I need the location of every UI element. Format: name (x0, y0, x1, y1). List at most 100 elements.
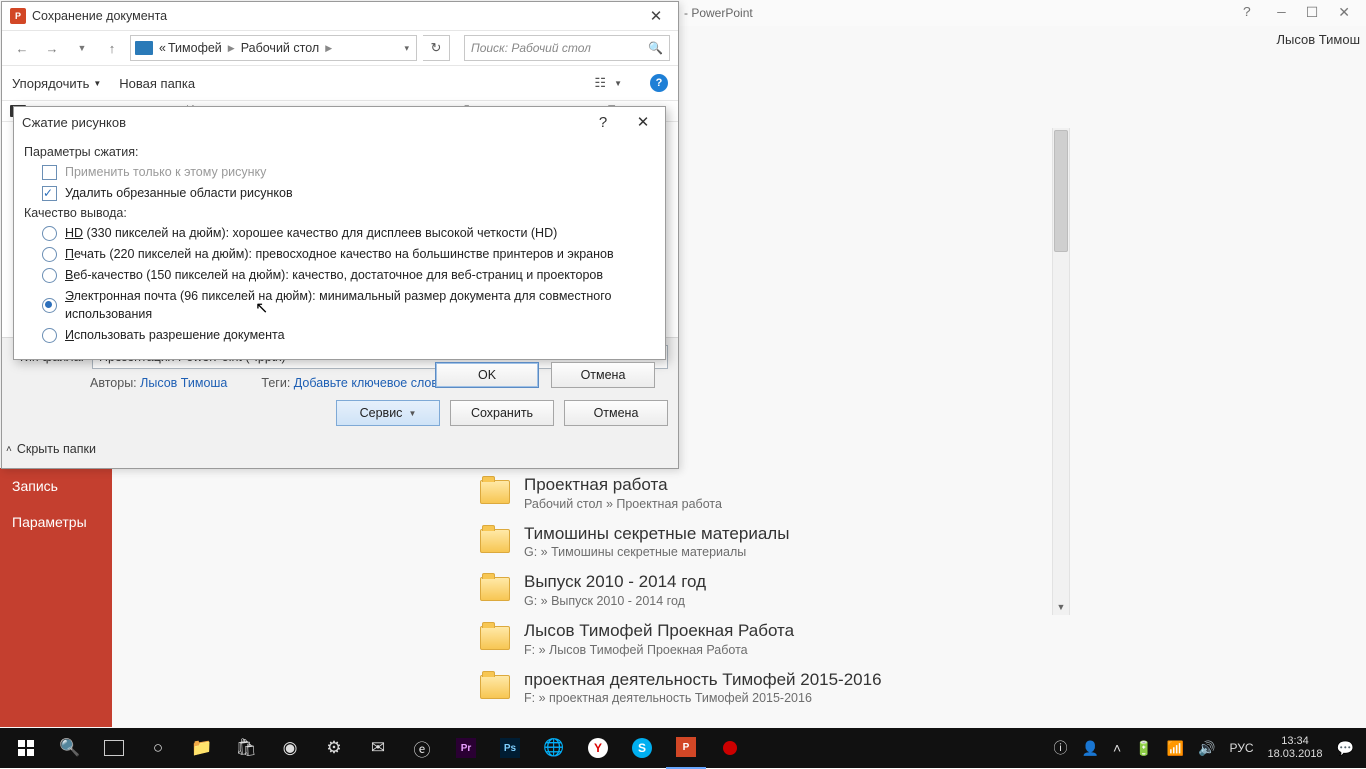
save-button[interactable]: Сохранить (450, 400, 554, 426)
cortana-icon[interactable]: ○ (138, 728, 178, 768)
search-icon[interactable]: 🔍 (50, 728, 90, 768)
nav-forward-button[interactable]: → (40, 36, 64, 60)
backstage-sidebar: Запись Параметры (0, 468, 112, 727)
close-icon[interactable]: ✕ (1338, 5, 1350, 22)
chevron-right-icon: ▶ (228, 43, 235, 54)
nav-up-button[interactable]: ↑ (100, 36, 124, 60)
compression-options-header: Параметры сжатия: (24, 145, 655, 159)
delete-cropped-areas-checkbox[interactable]: Удалить обрезанные области рисунков (42, 184, 655, 202)
close-icon[interactable]: ✕ (634, 2, 678, 30)
store-icon[interactable]: 🛍 (226, 728, 266, 768)
quality-email-radio[interactable]: Электронная почта (96 пикселей на дюйм):… (42, 287, 655, 323)
cancel-button[interactable]: Отмена (551, 362, 655, 388)
compress-dialog-titlebar[interactable]: Сжатие рисунков ? ✕ (14, 107, 665, 137)
quality-web-radio[interactable]: Веб-качество (150 пикселей на дюйм): кач… (42, 266, 655, 284)
tray-people-icon[interactable]: 👤 (1082, 740, 1099, 757)
folder-icon (480, 626, 510, 650)
hide-folders-toggle[interactable]: ˄ Скрыть папки (6, 442, 96, 456)
sidebar-item-options[interactable]: Параметры (0, 504, 112, 540)
file-explorer-icon[interactable]: 📁 (182, 728, 222, 768)
apply-only-this-picture-checkbox: Применить только к этому рисунку (42, 163, 655, 181)
computer-icon (135, 41, 153, 55)
scroll-thumb[interactable] (1054, 130, 1068, 252)
output-quality-header: Качество вывода: (24, 206, 655, 220)
radio-icon[interactable] (42, 268, 57, 283)
close-icon[interactable]: ✕ (629, 108, 657, 136)
list-item[interactable]: Выпуск 2010 - 2014 годG: » Выпуск 2010 -… (480, 573, 1050, 608)
checkbox-icon (42, 165, 57, 180)
save-dialog-title: Сохранение документа (32, 9, 167, 23)
view-icon: ☷ (594, 75, 606, 91)
folder-icon (480, 577, 510, 601)
ok-button[interactable]: OK (435, 362, 539, 388)
checkbox-icon[interactable] (42, 186, 57, 201)
new-folder-button[interactable]: Новая папка (119, 76, 195, 91)
powerpoint-icon: P (10, 8, 26, 24)
tray-help-icon[interactable]: ⓘ (1054, 738, 1068, 758)
organize-menu[interactable]: Упорядочить▼ (12, 76, 101, 91)
compress-dialog-body: Параметры сжатия: Применить только к это… (14, 137, 665, 356)
view-options[interactable]: ☷▼ (594, 75, 622, 91)
yandex-icon[interactable]: Y (578, 728, 618, 768)
breadcrumb-folder[interactable]: Рабочий стол (241, 41, 319, 55)
sidebar-item-record[interactable]: Запись (0, 468, 112, 504)
premiere-icon[interactable]: Pr (446, 728, 486, 768)
minimize-icon[interactable]: — (1277, 5, 1285, 21)
compress-dialog-title: Сжатие рисунков (22, 115, 126, 130)
chevron-up-icon: ˄ (6, 444, 12, 455)
cancel-button[interactable]: Отмена (564, 400, 668, 426)
chevron-right-icon: ▶ (325, 43, 332, 54)
folder-icon (480, 480, 510, 504)
tray-volume-icon[interactable]: 🔊 (1198, 740, 1215, 757)
help-icon[interactable]: ? (589, 108, 617, 136)
list-item[interactable]: проектная деятельность Тимофей 2015-2016… (480, 671, 1050, 706)
list-item[interactable]: Тимошины секретные материалыG: » Тимошин… (480, 525, 1050, 560)
search-input[interactable]: Поиск: Рабочий стол 🔍 (464, 35, 670, 61)
tray-battery-icon[interactable]: 🔋 (1135, 740, 1152, 757)
powerpoint-user-name[interactable]: Лысов Тимош (1270, 32, 1366, 54)
tray-language[interactable]: РУС (1229, 741, 1253, 755)
folder-icon (480, 529, 510, 553)
mail-icon[interactable]: ✉ (358, 728, 398, 768)
system-tray: ⓘ 👤 ˄ 🔋 📶 🔊 РУС 13:34 18.03.2018 💬 (1054, 735, 1360, 760)
quality-print-radio[interactable]: Печать (220 пикселей на дюйм): превосход… (42, 245, 655, 263)
edge-icon[interactable]: ⓔ (402, 728, 442, 768)
list-item[interactable]: Лысов Тимофей Проекная РаботаF: » Лысов … (480, 622, 1050, 657)
help-icon[interactable]: ? (1243, 5, 1251, 21)
quality-document-radio[interactable]: Использовать разрешение документа (42, 326, 655, 344)
nav-back-button[interactable]: ← (10, 36, 34, 60)
photoshop-icon[interactable]: Ps (490, 728, 530, 768)
refresh-button[interactable]: ↻ (423, 35, 450, 61)
path-dropdown-icon[interactable]: ▾ (401, 43, 412, 54)
maximize-icon[interactable]: ☐ (1306, 5, 1319, 22)
chrome-icon[interactable]: 🌐 (534, 728, 574, 768)
radio-icon[interactable] (42, 226, 57, 241)
hp-icon[interactable]: ◉ (270, 728, 310, 768)
list-item[interactable]: Проектная работаРабочий стол » Проектная… (480, 476, 1050, 511)
breadcrumb-user[interactable]: Тимофей (168, 41, 222, 55)
task-view-icon[interactable] (94, 728, 134, 768)
record-icon[interactable] (710, 728, 750, 768)
breadcrumb-path[interactable]: « Тимофей ▶ Рабочий стол ▶ ▾ (130, 35, 417, 61)
scroll-down-icon[interactable]: ▼ (1053, 599, 1069, 615)
recent-scrollbar[interactable]: ▲ ▼ (1052, 128, 1070, 615)
powerpoint-window-buttons: ? — ☐ ✕ (1227, 0, 1366, 26)
save-dialog-titlebar[interactable]: P Сохранение документа ✕ (2, 2, 678, 31)
quality-hd-radio[interactable]: HD (330 пикселей на дюйм): хорошее качес… (42, 224, 655, 242)
skype-icon[interactable]: S (622, 728, 662, 768)
tray-clock[interactable]: 13:34 18.03.2018 (1268, 735, 1323, 760)
tray-chevron-up-icon[interactable]: ˄ (1113, 740, 1121, 756)
search-icon[interactable]: 🔍 (648, 41, 663, 55)
settings-icon[interactable]: ⚙ (314, 728, 354, 768)
help-icon[interactable]: ? (650, 74, 668, 92)
radio-icon[interactable] (42, 247, 57, 262)
tray-notifications-icon[interactable]: 💬 (1337, 740, 1354, 757)
compress-pictures-dialog: Сжатие рисунков ? ✕ Параметры сжатия: Пр… (13, 106, 666, 360)
radio-icon[interactable] (42, 328, 57, 343)
start-button[interactable] (6, 728, 46, 768)
radio-icon[interactable] (42, 298, 57, 313)
tools-button[interactable]: Сервис▼ (336, 400, 440, 426)
powerpoint-taskbar-icon[interactable]: P (666, 727, 706, 769)
tray-wifi-icon[interactable]: 📶 (1167, 740, 1184, 757)
chevron-down-icon[interactable]: ▼ (70, 36, 94, 60)
